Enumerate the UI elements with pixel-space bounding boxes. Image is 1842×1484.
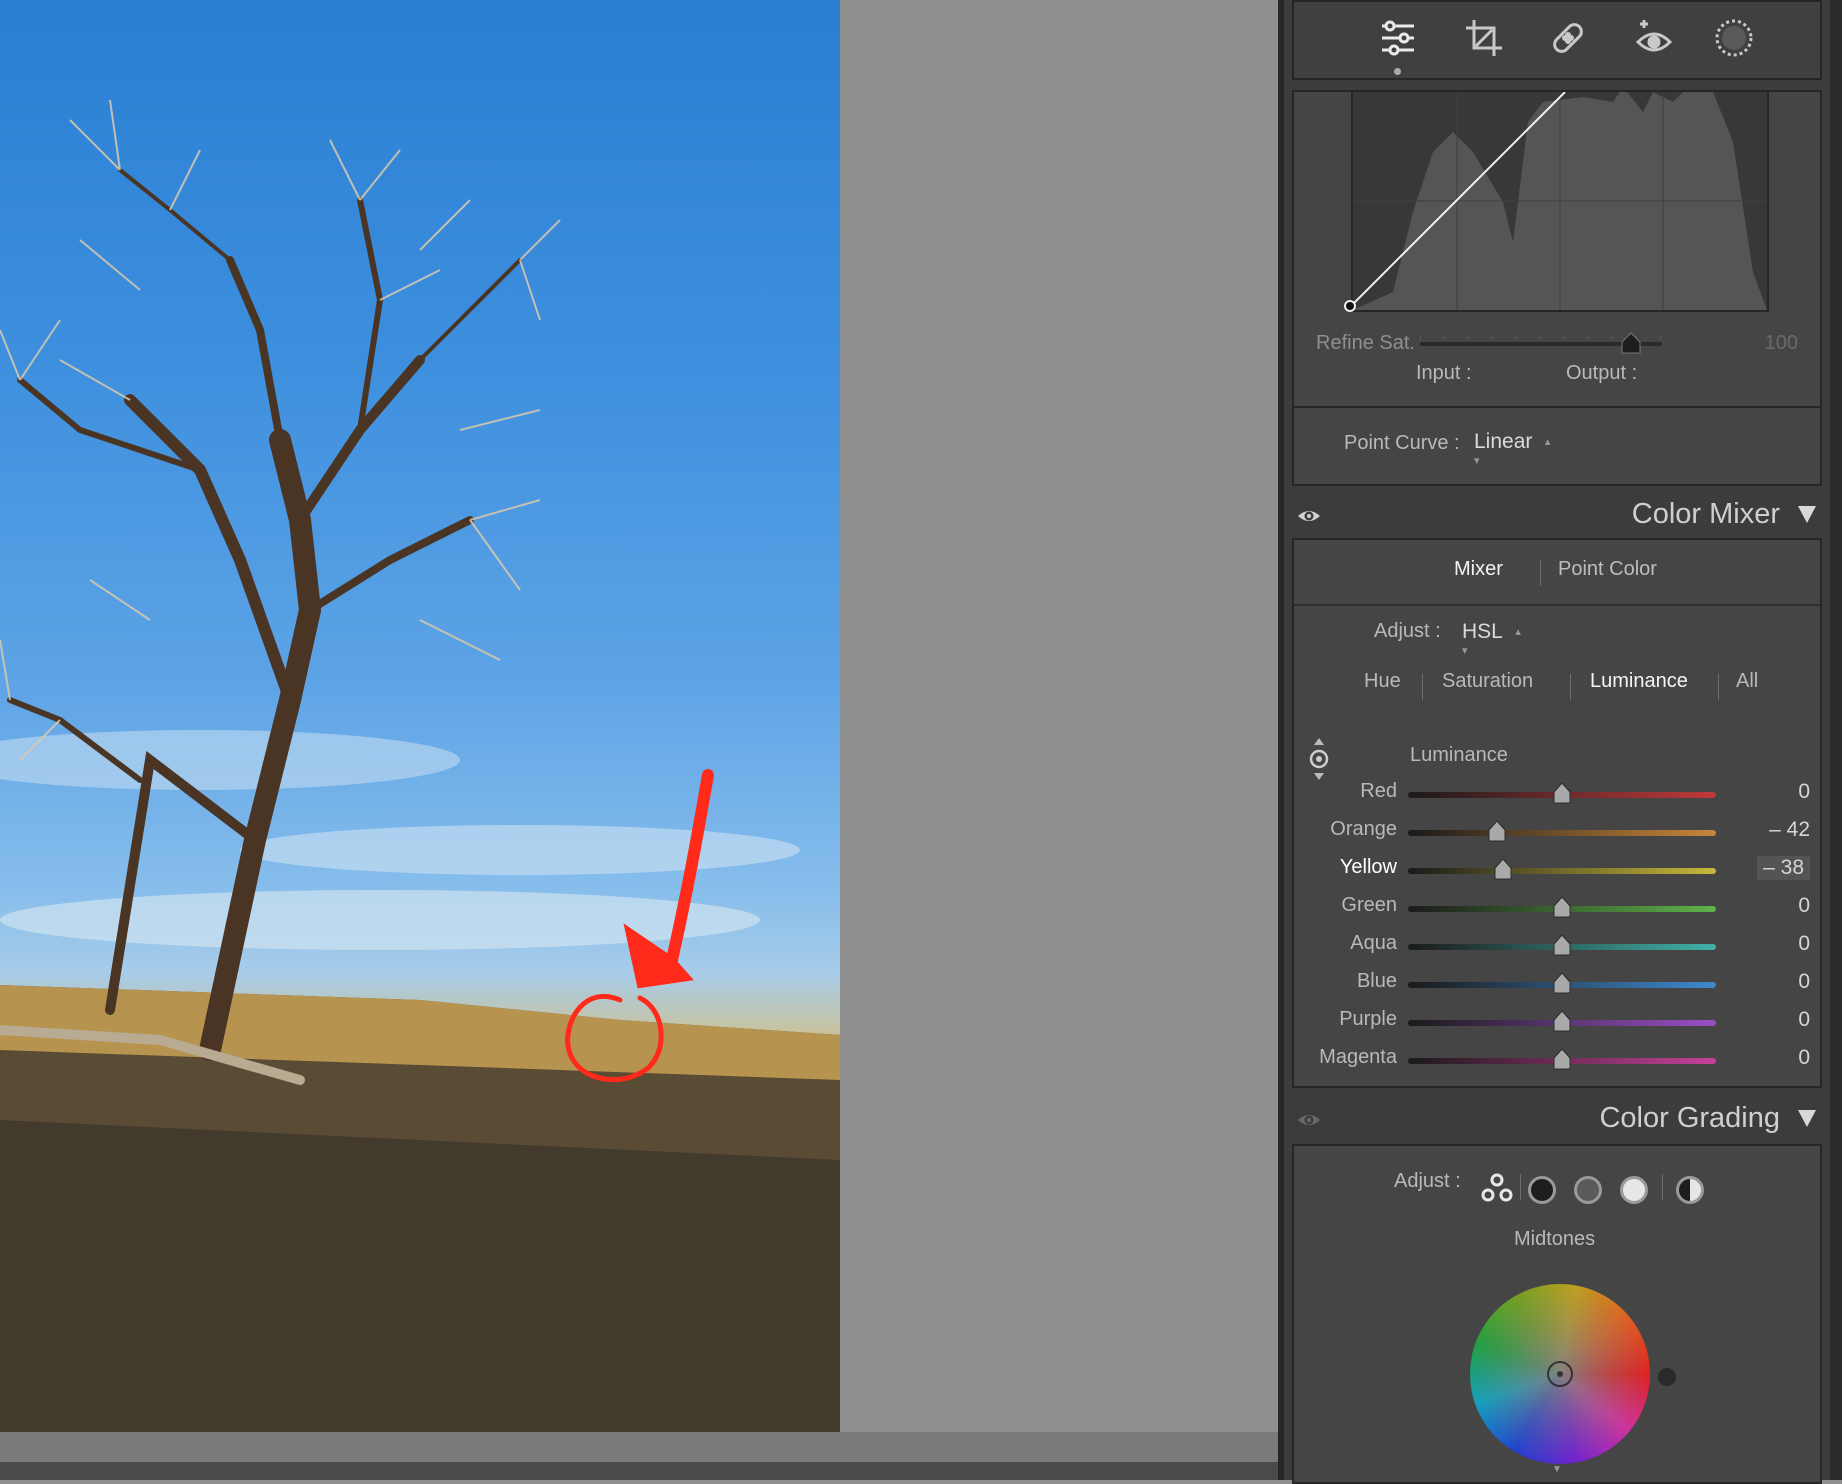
eye-icon[interactable] <box>1296 1110 1322 1135</box>
slider-row-magenta: Magenta 0 <box>1294 1042 1820 1080</box>
adjust-hsl-select[interactable]: HSL ▴ ▾ <box>1462 620 1521 662</box>
luminance-handle[interactable] <box>1658 1368 1676 1386</box>
filmstrip-bar <box>0 1432 1278 1480</box>
grading-separator <box>1520 1174 1521 1200</box>
refine-sat-thumb[interactable] <box>1620 332 1642 354</box>
point-curve-row: Point Curve : Linear ▴ ▾ <box>1292 406 1822 486</box>
slider-value[interactable]: 0 <box>1798 1046 1810 1070</box>
slider-value[interactable]: 0 <box>1798 780 1810 804</box>
eye-icon[interactable] <box>1296 506 1322 531</box>
shadows-circle-icon[interactable] <box>1528 1176 1556 1204</box>
wheel-label: Midtones <box>1514 1228 1596 1250</box>
refine-sat-label: Refine Sat. <box>1316 332 1415 354</box>
tone-curve-panel: Refine Sat. 100 Input : Output : <box>1292 82 1822 408</box>
slider-label: Magenta <box>1319 1046 1397 1068</box>
slider-thumb[interactable] <box>1553 972 1571 994</box>
midtones-circle-icon[interactable] <box>1574 1176 1602 1204</box>
slider-label: Purple <box>1339 1008 1397 1030</box>
active-tool-dot <box>1394 68 1401 75</box>
slider-value[interactable]: 0 <box>1798 932 1810 956</box>
slider-row-yellow: Yellow – 38 <box>1294 852 1820 890</box>
tab-point-color[interactable]: Point Color <box>1558 558 1657 581</box>
mode-all[interactable]: All <box>1736 670 1758 693</box>
photo-scene <box>0 99 840 1432</box>
tab-separator <box>1540 560 1541 586</box>
masking-icon[interactable] <box>1712 16 1756 60</box>
orange-luminance-slider[interactable] <box>1408 830 1716 836</box>
slider-thumb[interactable] <box>1553 1048 1571 1070</box>
expand-arrow-icon[interactable]: ▼ <box>1552 1464 1562 1475</box>
collapse-triangle-icon[interactable] <box>1798 506 1816 523</box>
slider-value[interactable]: 0 <box>1798 1008 1810 1032</box>
color-mixer-header[interactable]: Color Mixer <box>1284 486 1830 544</box>
color-grading-panel: Adjust : Midtones ▼ <box>1292 1144 1822 1484</box>
mode-separator <box>1422 674 1423 700</box>
slider-value[interactable]: 0 <box>1798 970 1810 994</box>
slider-value[interactable]: – 42 <box>1769 818 1810 842</box>
slider-thumb[interactable] <box>1553 934 1571 956</box>
slider-thumb[interactable] <box>1494 858 1512 880</box>
slider-value[interactable]: – 38 <box>1757 856 1810 880</box>
slider-label: Green <box>1341 894 1397 916</box>
photo-preview <box>0 0 840 1432</box>
healing-bandage-icon[interactable] <box>1546 16 1590 60</box>
color-grading-title: Color Grading <box>1599 1102 1780 1134</box>
tone-curve-graph[interactable] <box>1351 82 1769 312</box>
highlights-circle-icon[interactable] <box>1620 1176 1648 1204</box>
input-label: Input : <box>1416 362 1472 384</box>
mode-separator <box>1718 674 1719 700</box>
color-grading-header[interactable]: Color Grading <box>1284 1090 1830 1148</box>
slider-row-blue: Blue 0 <box>1294 966 1820 1004</box>
adjust-label: Adjust : <box>1374 620 1441 642</box>
grading-separator <box>1662 1174 1663 1200</box>
point-curve-select[interactable]: Linear ▴ ▾ <box>1474 430 1550 467</box>
slider-thumb[interactable] <box>1488 820 1506 842</box>
slider-thumb[interactable] <box>1553 896 1571 918</box>
slider-row-orange: Orange – 42 <box>1294 814 1820 852</box>
slider-thumb[interactable] <box>1553 1010 1571 1032</box>
wheel-center-handle[interactable] <box>1547 1361 1573 1387</box>
slider-label: Yellow <box>1339 856 1397 878</box>
three-way-icon[interactable] <box>1480 1172 1514 1209</box>
tab-mixer[interactable]: Mixer <box>1454 558 1503 581</box>
mixer-tabs: Mixer Point Color <box>1294 540 1820 606</box>
slider-row-green: Green 0 <box>1294 890 1820 928</box>
mode-luminance[interactable]: Luminance <box>1590 670 1688 693</box>
develop-panel: Refine Sat. 100 Input : Output : Point C… <box>1284 0 1842 1484</box>
edit-toolbar <box>1292 0 1822 80</box>
slider-label: Blue <box>1356 970 1397 992</box>
mode-separator <box>1570 674 1571 700</box>
collapse-triangle-icon[interactable] <box>1798 1110 1816 1127</box>
color-mixer-panel: Mixer Point Color Adjust : HSL ▴ ▾ Hue Sa… <box>1292 538 1822 1088</box>
global-circle-icon[interactable] <box>1676 1176 1704 1204</box>
slider-label: Aqua <box>1350 932 1397 954</box>
slider-row-red: Red 0 <box>1294 776 1820 814</box>
refine-sat-value: 100 <box>1764 332 1798 354</box>
grading-adjust-label: Adjust : <box>1394 1170 1461 1192</box>
slider-row-purple: Purple 0 <box>1294 1004 1820 1042</box>
edit-sliders-icon[interactable] <box>1376 16 1420 60</box>
yellow-luminance-slider[interactable] <box>1408 868 1716 874</box>
output-label: Output : <box>1566 362 1638 384</box>
slider-thumb[interactable] <box>1553 782 1571 804</box>
slider-row-aqua: Aqua 0 <box>1294 928 1820 966</box>
slider-label: Red <box>1360 780 1397 802</box>
red-eye-icon[interactable] <box>1632 16 1676 60</box>
point-curve-label: Point Curve : <box>1344 432 1460 454</box>
mode-saturation[interactable]: Saturation <box>1442 670 1533 693</box>
mode-hue[interactable]: Hue <box>1364 670 1401 693</box>
slider-label: Orange <box>1330 818 1397 840</box>
luminance-group-label: Luminance <box>1410 744 1508 766</box>
slider-value[interactable]: 0 <box>1798 894 1810 918</box>
crop-icon[interactable] <box>1462 16 1506 60</box>
color-mixer-title: Color Mixer <box>1631 498 1780 530</box>
curve-black-point[interactable] <box>1344 300 1356 312</box>
panel-scrollbar[interactable] <box>1830 0 1842 1480</box>
